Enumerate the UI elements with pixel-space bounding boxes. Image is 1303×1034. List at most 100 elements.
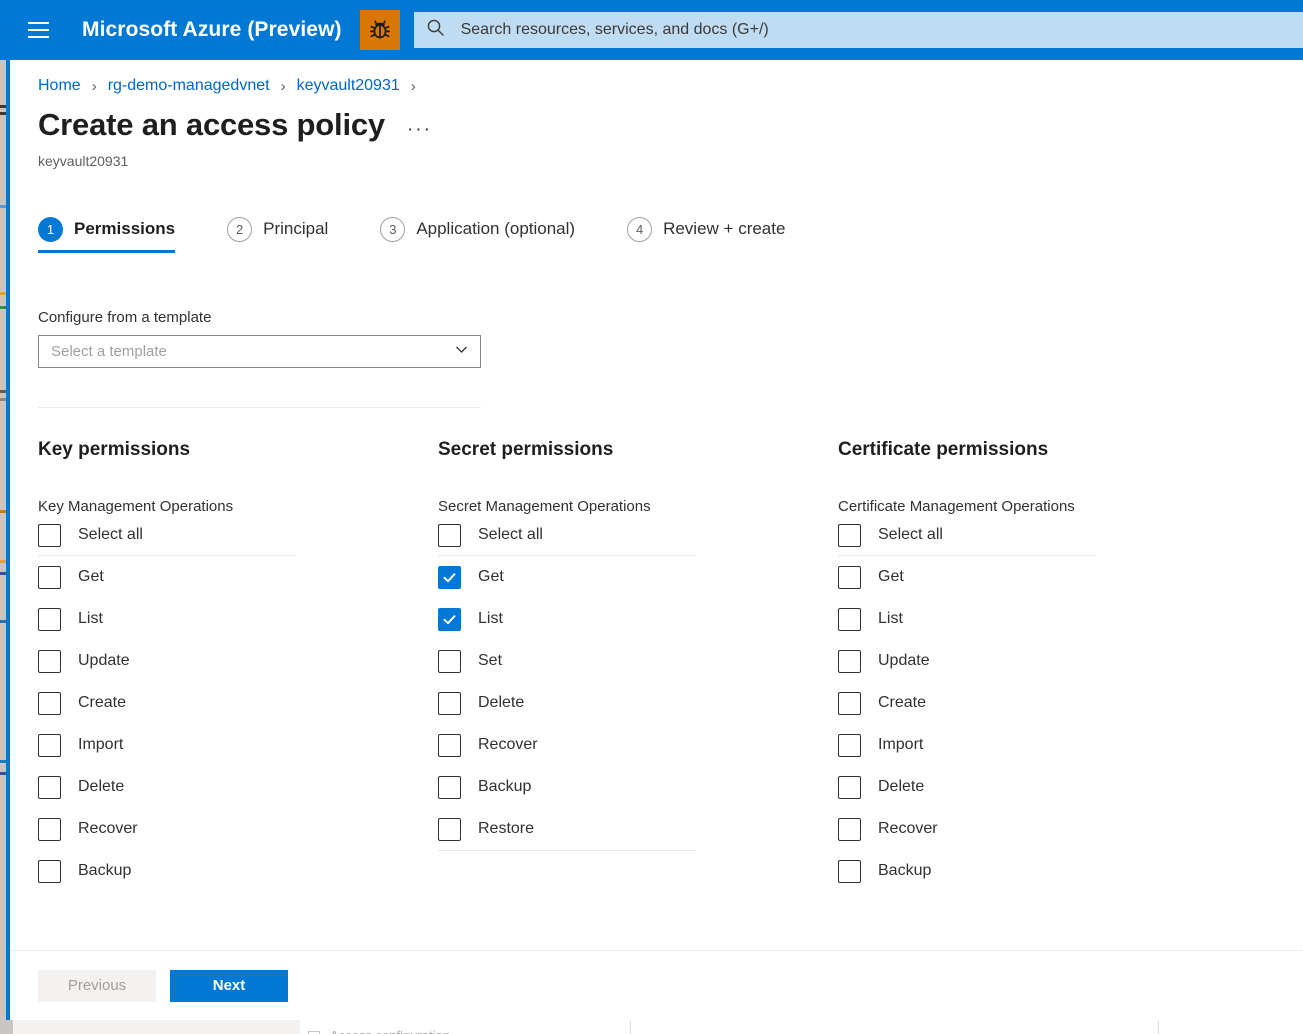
template-label: Configure from a template (38, 309, 212, 326)
key-permission-row-update[interactable]: Update (38, 640, 438, 682)
certificate-permission-row-recover[interactable]: Recover (838, 808, 1238, 850)
key-permission-row-list[interactable]: List (38, 598, 438, 640)
checkbox-certificate-list[interactable] (838, 607, 861, 631)
checkbox-key-get[interactable] (38, 565, 61, 589)
bug-icon[interactable] (359, 10, 400, 50)
title-row: Create an access policy ··· (38, 107, 1303, 143)
checkbox-key-recover[interactable] (38, 817, 61, 841)
global-search[interactable] (413, 12, 1303, 48)
secret-permission-row-get[interactable]: Get (438, 556, 838, 598)
checkbox-label: Backup (78, 862, 132, 879)
checkbox-key-update[interactable] (38, 649, 61, 673)
certificate-permission-row-create[interactable]: Create (838, 682, 1238, 724)
breadcrumb: Home › rg-demo-managedvnet › keyvault209… (38, 60, 1303, 95)
section-divider (38, 407, 481, 408)
key-permission-row-backup[interactable]: Backup (38, 850, 438, 892)
key-permission-row-recover[interactable]: Recover (38, 808, 438, 850)
key-permissions-column: Key permissions Key Management Operation… (38, 439, 438, 892)
search-input[interactable] (458, 20, 1291, 40)
breadcrumb-separator: › (280, 77, 286, 95)
secret-permission-row-restore[interactable]: Restore (438, 808, 838, 850)
key-permissions-subtitle: Key Management Operations (38, 498, 234, 515)
secret-permission-row-backup[interactable]: Backup (438, 766, 838, 808)
page-title: Create an access policy (38, 107, 385, 142)
checkbox-certificate-recover[interactable] (838, 817, 861, 841)
next-button[interactable]: Next (170, 969, 288, 1002)
checkbox-certificate-select-all[interactable] (838, 523, 861, 547)
background-blade-text: Access configuration (330, 1028, 450, 1034)
key-permissions-title: Key permissions (38, 439, 191, 460)
key-permission-row-delete[interactable]: Delete (38, 766, 438, 808)
checkbox-key-backup[interactable] (38, 859, 61, 883)
checkbox-key-import[interactable] (38, 733, 61, 757)
checkbox-key-select-all[interactable] (38, 523, 61, 547)
certificate-permission-row-delete[interactable]: Delete (838, 766, 1238, 808)
checkbox-secret-recover[interactable] (438, 733, 461, 757)
key-permission-row-get[interactable]: Get (38, 556, 438, 598)
secret-permission-row-list[interactable]: List (438, 598, 838, 640)
tab-principal[interactable]: 2 Principal (227, 205, 336, 253)
checkbox-label: Import (78, 736, 124, 753)
breadcrumb-item-resource-group[interactable]: rg-demo-managedvnet (108, 77, 270, 95)
more-actions-icon[interactable]: ··· (407, 120, 432, 139)
checkbox-key-list[interactable] (38, 607, 61, 631)
background-blade-sliver: Access configuration (300, 1018, 1303, 1034)
checkbox-secret-restore[interactable] (438, 817, 461, 841)
key-permission-row-import[interactable]: Import (38, 724, 438, 766)
secret-permission-row-delete[interactable]: Delete (438, 682, 838, 724)
certificate-permissions-title: Certificate permissions (838, 439, 1049, 460)
checkbox-label: Delete (78, 778, 125, 795)
top-header: Microsoft Azure (Preview) (0, 0, 1303, 60)
checkbox-certificate-import[interactable] (838, 733, 861, 757)
hamburger-icon[interactable] (16, 8, 60, 52)
checkbox-secret-set[interactable] (438, 649, 461, 673)
checkbox-certificate-get[interactable] (838, 565, 861, 589)
checkbox-secret-select-all[interactable] (438, 523, 461, 547)
checkbox-key-create[interactable] (38, 691, 61, 715)
checkbox-label: Import (878, 736, 924, 753)
checkbox-label: Get (78, 568, 104, 585)
tab-label: Application (optional) (416, 219, 576, 238)
checkbox-label: Recover (78, 820, 138, 837)
secret-permissions-title: Secret permissions (438, 439, 614, 460)
secret-permission-row-set[interactable]: Set (438, 640, 838, 682)
key-permission-row-create[interactable]: Create (38, 682, 438, 724)
checkbox-label: List (478, 610, 503, 627)
template-dropdown[interactable]: Select a template (38, 335, 481, 368)
certificate-permission-row-list[interactable]: List (838, 598, 1238, 640)
checkbox-secret-get[interactable] (438, 565, 461, 589)
secret-permission-row-recover[interactable]: Recover (438, 724, 838, 766)
tab-number: 3 (380, 216, 406, 242)
tab-number: 4 (627, 216, 653, 242)
certificate-permission-row-backup[interactable]: Backup (838, 850, 1238, 892)
tab-review-create[interactable]: 4 Review + create (627, 205, 793, 253)
certificate-permission-row-get[interactable]: Get (838, 556, 1238, 598)
breadcrumb-item-keyvault[interactable]: keyvault20931 (297, 77, 400, 95)
checkbox-certificate-update[interactable] (838, 649, 861, 673)
checkbox-secret-delete[interactable] (438, 691, 461, 715)
secret-select-all-row[interactable]: Select all (438, 515, 838, 555)
checkbox-certificate-create[interactable] (838, 691, 861, 715)
certificate-permission-row-update[interactable]: Update (838, 640, 1238, 682)
checkbox-certificate-backup[interactable] (838, 859, 861, 883)
secret-group-divider-bottom (438, 850, 696, 851)
key-select-all-row[interactable]: Select all (38, 515, 438, 555)
certificate-select-all-row[interactable]: Select all (838, 515, 1238, 555)
tab-permissions[interactable]: 1 Permissions (38, 205, 183, 253)
checkbox-key-delete[interactable] (38, 775, 61, 799)
certificate-permission-row-import[interactable]: Import (838, 724, 1238, 766)
checkbox-secret-list[interactable] (438, 607, 461, 631)
checkbox-label: List (78, 610, 103, 627)
tab-label: Principal (263, 219, 329, 238)
checkbox-secret-backup[interactable] (438, 775, 461, 799)
checkbox-label: Backup (878, 862, 932, 879)
tab-application[interactable]: 3 Application (optional) (380, 205, 583, 253)
checkbox-label: Select all (78, 526, 143, 543)
certificate-permissions-subtitle: Certificate Management Operations (838, 498, 1075, 515)
breadcrumb-item-home[interactable]: Home (38, 77, 81, 95)
tab-number: 1 (38, 216, 63, 242)
brand-title[interactable]: Microsoft Azure (Preview) (82, 18, 342, 42)
checkbox-label: Restore (478, 820, 535, 837)
previous-button[interactable]: Previous (38, 969, 156, 1002)
checkbox-certificate-delete[interactable] (838, 775, 861, 799)
